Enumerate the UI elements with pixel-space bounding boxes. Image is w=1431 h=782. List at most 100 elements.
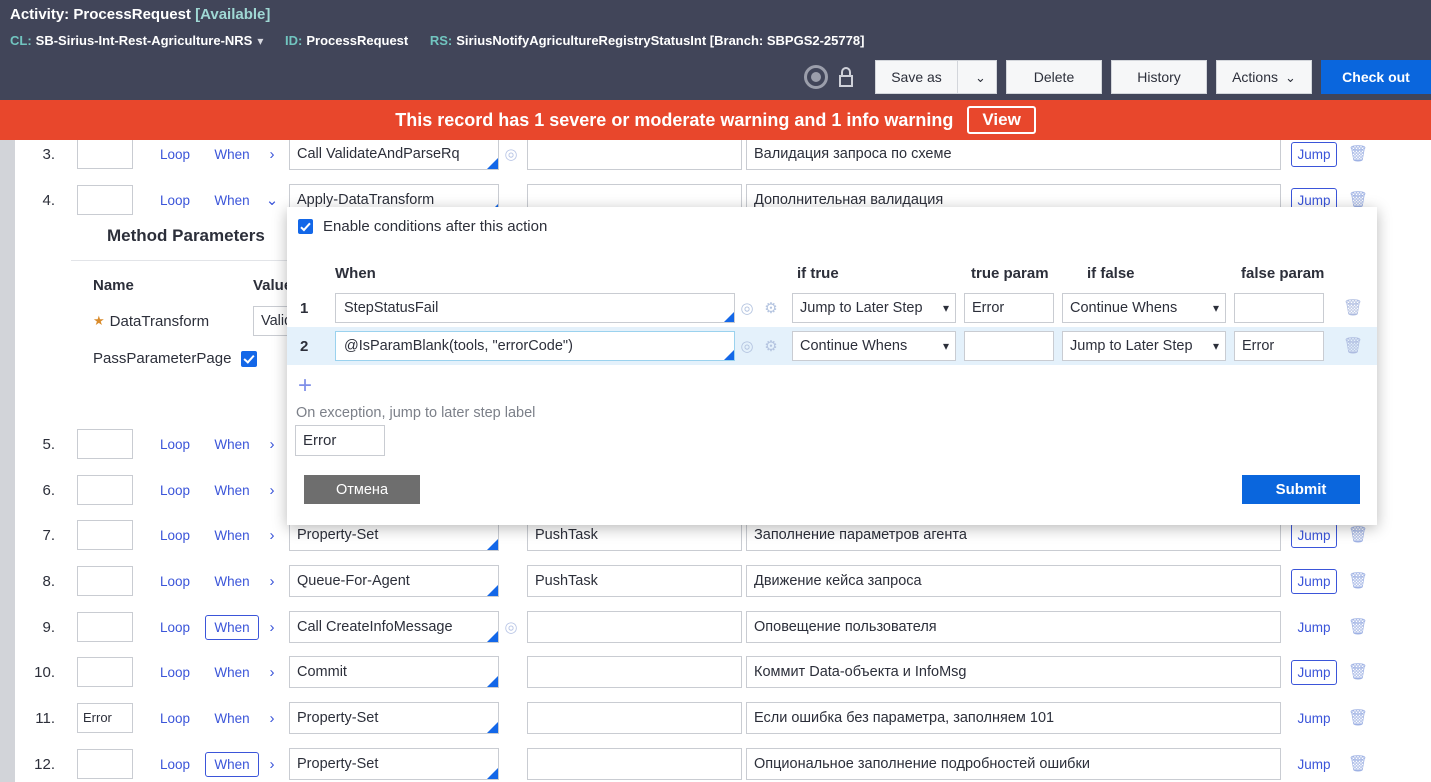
step-description-input[interactable]: Опциональное заполнение подробностей оши… <box>746 748 1281 780</box>
loop-link[interactable]: Loop <box>147 620 203 635</box>
jump-button[interactable]: Jump <box>1291 753 1337 776</box>
loop-link[interactable]: Loop <box>147 574 203 589</box>
loop-link[interactable]: Loop <box>147 757 203 772</box>
when-link[interactable]: When <box>205 524 259 547</box>
chevron-right-icon[interactable]: › <box>259 710 285 727</box>
step-description-input[interactable]: Оповещение пользователя <box>746 611 1281 643</box>
condition-when-input[interactable]: StepStatusFail <box>335 293 735 323</box>
chevron-right-icon[interactable]: › <box>259 573 285 590</box>
when-link[interactable]: When <box>205 707 259 730</box>
step-label-input[interactable] <box>77 749 133 779</box>
step-label-input[interactable] <box>77 429 133 459</box>
false-param-input[interactable]: Error <box>1234 331 1324 361</box>
jump-button[interactable]: Jump <box>1291 141 1337 167</box>
delete-row-icon[interactable]: 🗑 <box>1343 617 1373 637</box>
delete-row-icon[interactable]: 🗑 <box>1343 708 1373 728</box>
step-label-input[interactable] <box>77 140 133 169</box>
when-link[interactable]: When <box>205 614 259 640</box>
step-description-input[interactable]: Движение кейса запроса <box>746 565 1281 597</box>
delete-row-icon[interactable]: 🗑 <box>1343 754 1373 774</box>
step-method-input[interactable]: Call ValidateAndParseRq <box>289 140 499 170</box>
record-status-icon[interactable] <box>804 65 828 89</box>
delete-row-icon[interactable]: 🗑 <box>1343 525 1373 545</box>
step-method-input[interactable]: Property-Set <box>289 748 499 780</box>
loop-link[interactable]: Loop <box>147 483 203 498</box>
when-link[interactable]: When <box>205 189 259 212</box>
delete-row-icon[interactable]: 🗑 <box>1343 662 1373 682</box>
actions-button[interactable]: Actions ⌄ <box>1216 60 1312 94</box>
chevron-right-icon[interactable]: › <box>259 146 285 163</box>
delete-row-icon[interactable]: 🗑 <box>1343 144 1373 164</box>
step-method-input[interactable]: Queue-For-Agent <box>289 565 499 597</box>
when-link[interactable]: When <box>205 143 259 166</box>
chevron-down-icon[interactable]: ▾ <box>257 34 263 48</box>
chevron-right-icon[interactable]: › <box>259 756 285 773</box>
loop-link[interactable]: Loop <box>147 665 203 680</box>
true-param-input[interactable] <box>964 331 1054 361</box>
chevron-right-icon[interactable]: › <box>259 527 285 544</box>
add-condition-button[interactable]: + <box>298 374 312 398</box>
step-label-input[interactable] <box>77 657 133 687</box>
step-description-input[interactable]: Если ошибка без параметра, заполняем 101 <box>746 702 1281 734</box>
target-icon[interactable]: ◎ <box>735 337 759 355</box>
delete-button[interactable]: Delete <box>1006 60 1102 94</box>
loop-link[interactable]: Loop <box>147 437 203 452</box>
step-page-input[interactable] <box>527 611 742 643</box>
step-label-input[interactable]: Error <box>77 703 133 733</box>
gear-icon[interactable]: ⚙ <box>759 337 783 355</box>
step-label-input[interactable] <box>77 612 133 642</box>
target-icon[interactable]: ◎ <box>735 299 759 317</box>
chevron-right-icon[interactable]: › <box>259 436 285 453</box>
if-true-select[interactable]: Continue Whens ▾ <box>792 331 956 361</box>
jump-button[interactable]: Jump <box>1291 707 1337 730</box>
when-link[interactable]: When <box>205 751 259 777</box>
if-false-select[interactable]: Jump to Later Step ▾ <box>1062 331 1226 361</box>
enable-conditions-row[interactable]: Enable conditions after this action <box>298 218 547 235</box>
cancel-button[interactable]: Отмена <box>304 475 420 504</box>
true-param-input[interactable]: Error <box>964 293 1054 323</box>
class-selector[interactable]: CL: SB-Sirius-Int-Rest-Agriculture-NRS ▾ <box>10 33 263 48</box>
step-page-input[interactable] <box>527 140 742 170</box>
loop-link[interactable]: Loop <box>147 528 203 543</box>
if-false-select[interactable]: Continue Whens ▾ <box>1062 293 1226 323</box>
when-link[interactable]: When <box>205 479 259 502</box>
target-icon[interactable]: ◎ <box>499 618 523 636</box>
submit-button[interactable]: Submit <box>1242 475 1360 504</box>
pass-parameter-page-checkbox[interactable] <box>241 350 258 367</box>
chevron-down-icon[interactable]: ⌄ <box>259 191 285 209</box>
false-param-input[interactable] <box>1234 293 1324 323</box>
enable-conditions-checkbox[interactable] <box>298 219 313 234</box>
when-link[interactable]: When <box>205 433 259 456</box>
step-page-input[interactable] <box>527 656 742 688</box>
step-label-input[interactable] <box>77 566 133 596</box>
jump-button[interactable]: Jump <box>1291 616 1337 639</box>
condition-when-input[interactable]: @IsParamBlank(tools, "errorCode") <box>335 331 735 361</box>
loop-link[interactable]: Loop <box>147 193 203 208</box>
step-label-input[interactable] <box>77 185 133 215</box>
step-method-input[interactable]: Call CreateInfoMessage <box>289 611 499 643</box>
step-method-input[interactable]: Commit <box>289 656 499 688</box>
chevron-right-icon[interactable]: › <box>259 482 285 499</box>
step-page-input[interactable]: PushTask <box>527 565 742 597</box>
jump-button[interactable]: Jump <box>1291 659 1337 685</box>
delete-condition-icon[interactable]: 🗑 <box>1338 298 1368 318</box>
loop-link[interactable]: Loop <box>147 147 203 162</box>
delete-condition-icon[interactable]: 🗑 <box>1338 336 1368 356</box>
jump-button[interactable]: Jump <box>1291 522 1337 548</box>
step-description-input[interactable]: Валидация запроса по схеме <box>746 140 1281 170</box>
save-as-button[interactable]: Save as <box>875 60 957 94</box>
exception-step-input[interactable]: Error <box>295 425 385 456</box>
history-button[interactable]: History <box>1111 60 1207 94</box>
when-link[interactable]: When <box>205 570 259 593</box>
lock-icon[interactable] <box>838 66 854 88</box>
target-icon[interactable]: ◎ <box>499 145 523 163</box>
delete-row-icon[interactable]: 🗑 <box>1343 571 1373 591</box>
loop-link[interactable]: Loop <box>147 711 203 726</box>
save-as-dropdown-button[interactable]: ⌄ <box>957 60 997 94</box>
step-label-input[interactable] <box>77 520 133 550</box>
check-out-button[interactable]: Check out <box>1321 60 1431 94</box>
jump-button[interactable]: Jump <box>1291 568 1337 594</box>
step-label-input[interactable] <box>77 475 133 505</box>
step-page-input[interactable] <box>527 748 742 780</box>
view-warnings-button[interactable]: View <box>967 106 1036 134</box>
